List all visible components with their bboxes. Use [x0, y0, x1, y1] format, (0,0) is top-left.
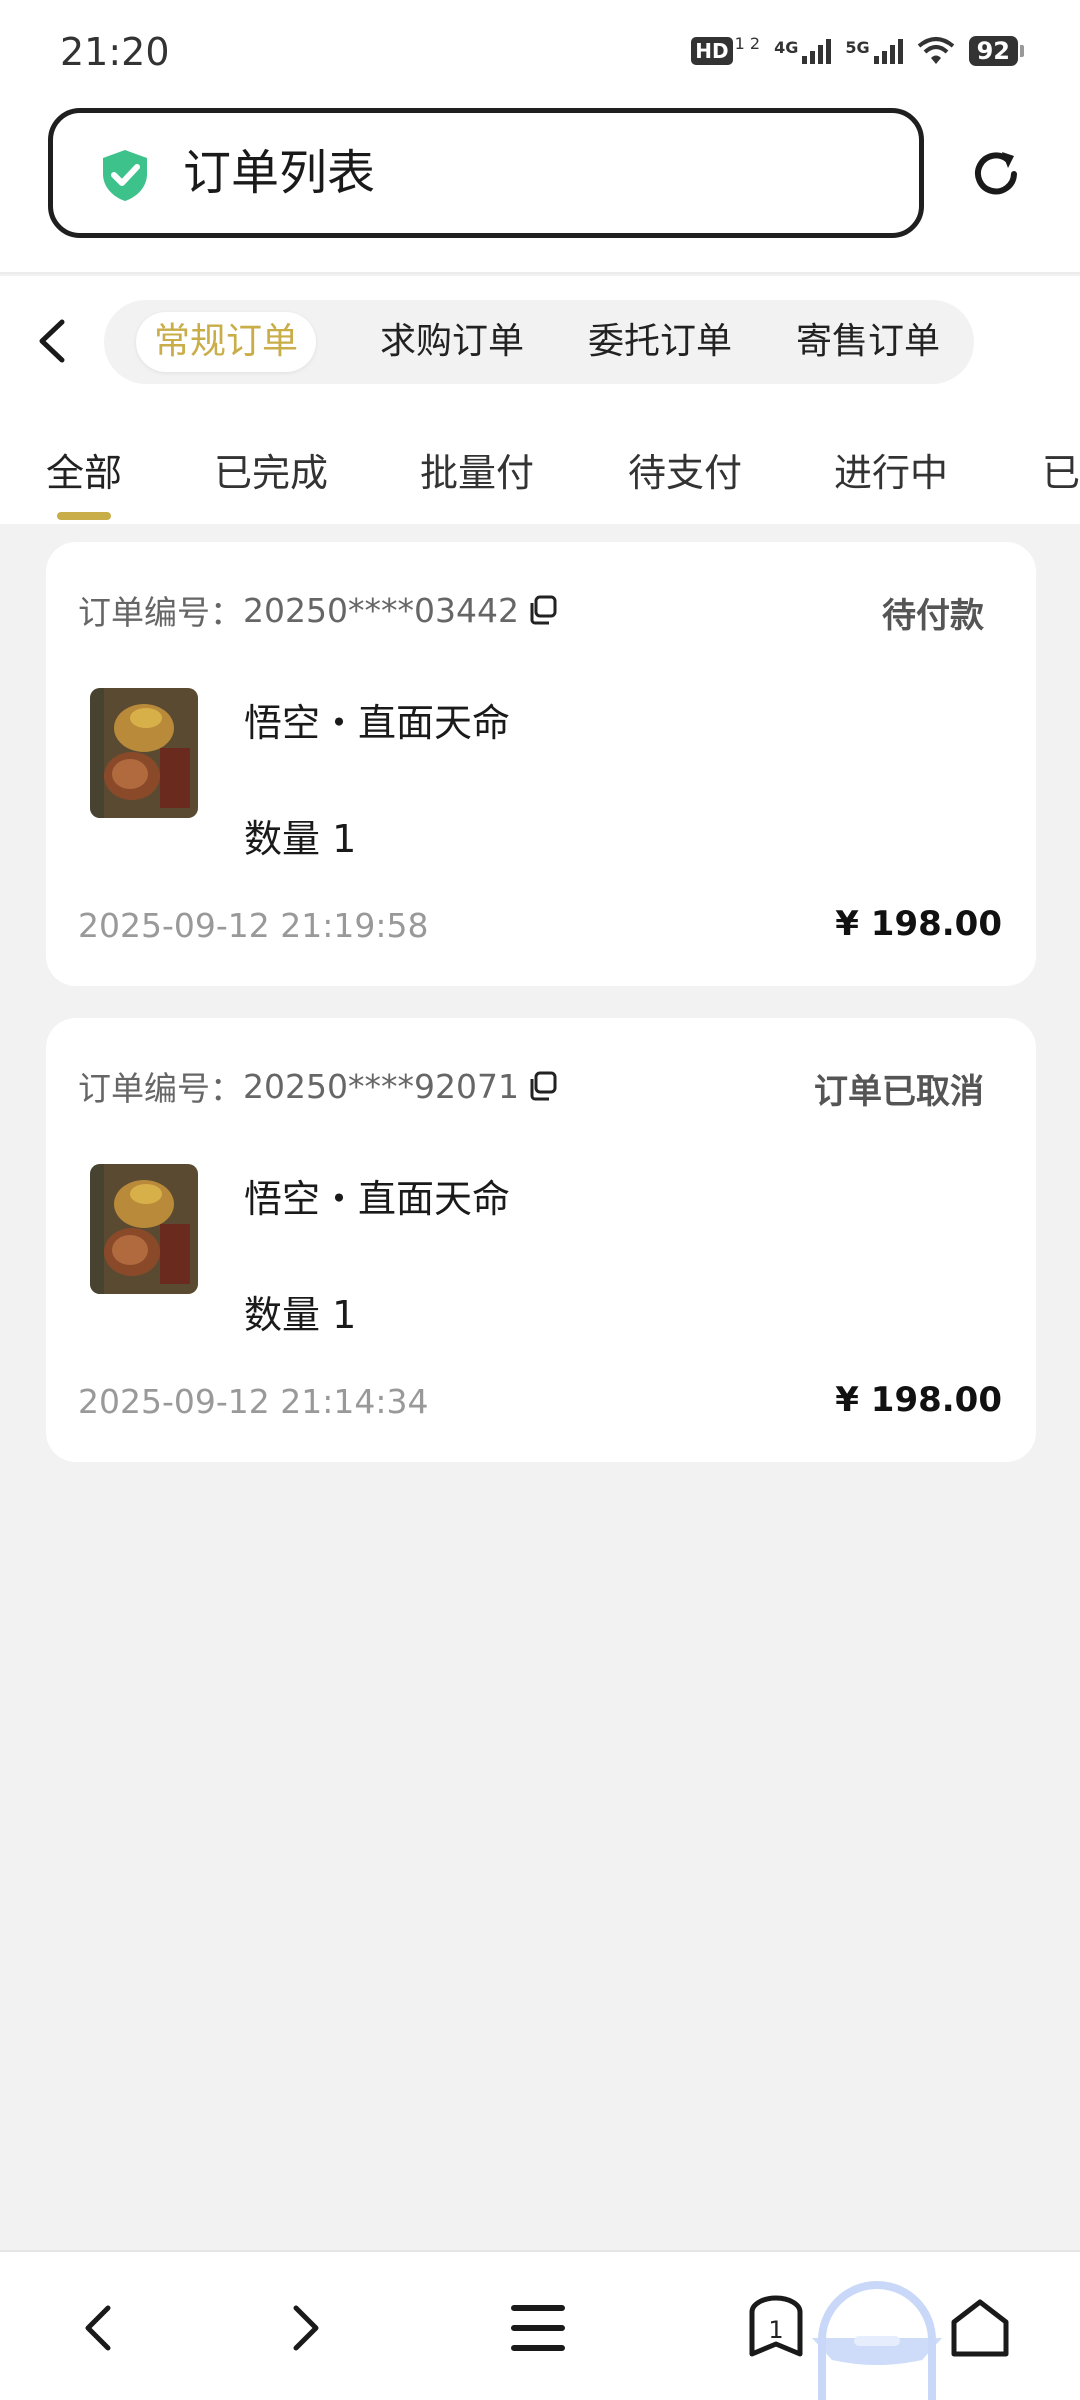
status-bar: 21:20 HD 1 2 4G 5G 92 — [0, 0, 1080, 104]
menu-icon[interactable] — [502, 2292, 574, 2364]
wifi-icon — [917, 37, 954, 64]
product-name: 悟空・直面天命 — [244, 701, 511, 745]
tab-completed[interactable]: 已完成 — [214, 442, 328, 497]
product-thumbnail — [90, 688, 198, 818]
order-card[interactable]: 订单编号： 20250****03442 待付款 悟空・直面天命 数量 1 20… — [46, 542, 1036, 986]
order-price: ¥ 198.00 — [835, 1380, 1002, 1420]
back-arrow-icon[interactable] — [64, 2292, 136, 2364]
tab-purchase-request-orders[interactable]: 求购订单 — [362, 312, 542, 372]
product-name: 悟空・直面天命 — [244, 1177, 511, 1221]
tabs-icon[interactable]: 1 — [740, 2292, 812, 2364]
page-title: 订单列表 — [183, 145, 376, 201]
tab-pending-payment[interactable]: 待支付 — [628, 442, 742, 497]
hd-voice-icon: HD 1 2 — [691, 36, 760, 65]
tab-consignment-orders[interactable]: 寄售订单 — [778, 312, 958, 372]
order-status: 待付款 — [882, 596, 984, 636]
copy-icon[interactable] — [527, 594, 559, 626]
order-timestamp: 2025-09-12 21:19:58 — [78, 906, 429, 945]
status-tabs: 全部 已完成 批量付 待支付 进行中 已 — [0, 406, 1080, 524]
tab-in-progress[interactable]: 进行中 — [834, 442, 948, 497]
active-tab-indicator — [57, 512, 111, 520]
category-tabs: 常规订单 求购订单 委托订单 寄售订单 — [104, 300, 974, 384]
home-icon[interactable] — [944, 2292, 1016, 2364]
order-price: ¥ 198.00 — [835, 904, 1002, 944]
order-list-page: 21:20 HD 1 2 4G 5G 92 订单列表 常规订单 求购订单 委托订… — [0, 0, 1080, 2400]
tab-regular-orders[interactable]: 常规订单 — [136, 312, 317, 372]
status-time: 21:20 — [60, 30, 170, 74]
refresh-icon[interactable] — [966, 144, 1026, 204]
tab-batch-pay[interactable]: 批量付 — [420, 442, 534, 497]
product-quantity: 数量 1 — [244, 1293, 357, 1337]
order-number: 订单编号： 20250****03442 — [78, 586, 559, 634]
order-card[interactable]: 订单编号： 20250****92071 订单已取消 悟空・直面天命 数量 1 … — [46, 1018, 1036, 1462]
order-number: 订单编号： 20250****92071 — [78, 1062, 559, 1110]
copy-icon[interactable] — [527, 1070, 559, 1102]
product-thumbnail — [90, 1164, 198, 1294]
tab-count: 1 — [768, 2316, 784, 2344]
tab-entrusted-orders[interactable]: 委托订单 — [570, 312, 750, 372]
forward-arrow-icon[interactable] — [268, 2292, 340, 2364]
battery-icon: 92 — [968, 36, 1024, 66]
order-timestamp: 2025-09-12 21:14:34 — [78, 1382, 429, 1421]
order-status: 订单已取消 — [814, 1072, 984, 1112]
floating-mascot-icon[interactable] — [812, 2280, 942, 2400]
tab-all[interactable]: 全部 — [46, 442, 122, 497]
signal-5g-icon: 5G — [845, 38, 903, 64]
system-icons: HD 1 2 4G 5G 92 — [691, 36, 1024, 66]
signal-4g-icon: 4G — [774, 38, 832, 64]
product-quantity: 数量 1 — [244, 817, 357, 861]
tab-more-partial[interactable]: 已 — [1042, 442, 1080, 497]
category-tabs-area: 常规订单 求购订单 委托订单 寄售订单 — [0, 276, 1080, 406]
address-bar-area: 订单列表 — [0, 104, 1080, 274]
back-chevron-icon[interactable] — [30, 316, 74, 366]
shield-check-icon — [103, 150, 147, 201]
address-bar[interactable]: 订单列表 — [48, 108, 924, 238]
